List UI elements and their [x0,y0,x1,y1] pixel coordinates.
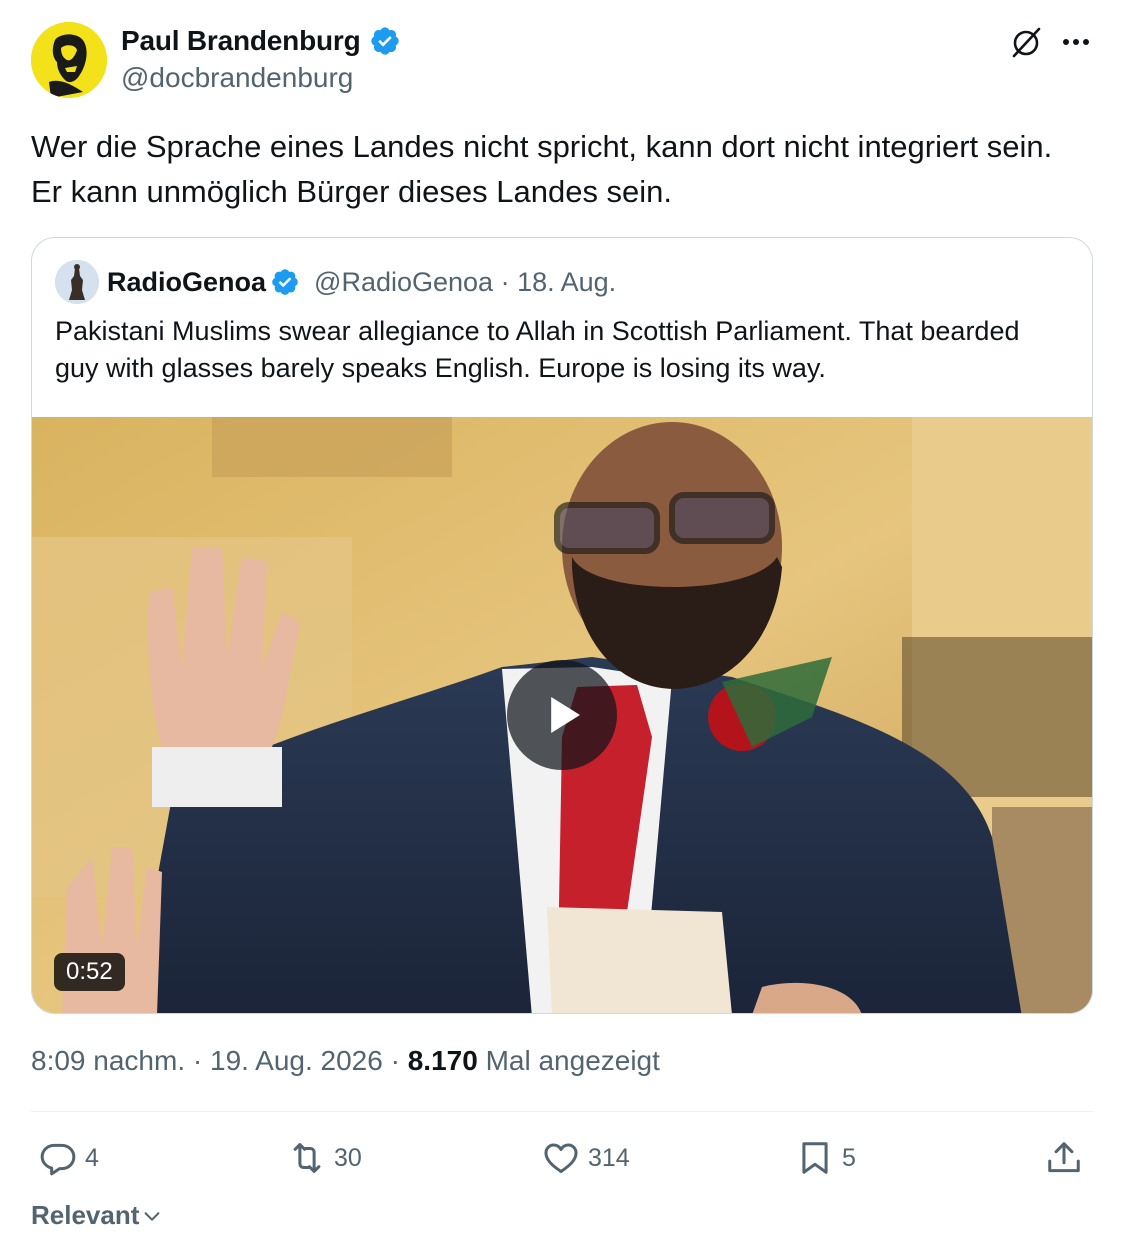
grok-icon[interactable] [1006,22,1046,62]
quoted-date-separator: · [493,266,518,297]
bookmark-count: 5 [842,1143,856,1172]
author-name-row[interactable]: Paul Brandenburg [121,25,401,57]
repost-icon [293,1143,321,1173]
tweet-time[interactable]: 8:09 nachm. [31,1045,185,1076]
play-button[interactable] [507,660,617,770]
like-button[interactable]: 314 [542,1136,630,1180]
author-name[interactable]: Paul Brandenburg [121,25,361,57]
quoted-verified-badge-icon [272,269,298,295]
meta-separator: · [382,1045,408,1076]
quoted-video[interactable]: 0:52 [32,417,1092,1013]
reply-button[interactable]: 4 [39,1136,99,1180]
chevron-down-icon [144,1211,160,1221]
quoted-tweet[interactable]: RadioGenoa @RadioGenoa · 18. Aug. Pakist… [31,237,1093,1014]
tweet-meta: 8:09 nachm. · 19. Aug. 2026 · 8.170 Mal … [31,1045,660,1077]
reply-count: 4 [85,1143,99,1172]
view-count: 8.170 [407,1045,478,1076]
tweet: Paul Brandenburg @docbrandenburg Wer die… [0,0,1123,1256]
play-icon [551,697,580,733]
heart-icon [544,1143,578,1173]
divider [31,1111,1093,1112]
reply-sort-label: Relevant [31,1200,140,1230]
quoted-author-name[interactable]: RadioGenoa [107,267,266,298]
view-label: Mal angezeigt [477,1045,660,1076]
quoted-avatar[interactable] [55,260,99,304]
quoted-text: Pakistani Muslims swear allegiance to Al… [55,316,1020,383]
bookmark-icon [802,1142,828,1174]
author-avatar[interactable] [31,22,107,98]
quoted-handle[interactable]: @RadioGenoa [314,267,493,298]
video-duration: 0:52 [54,953,125,991]
share-icon [1048,1142,1080,1173]
reply-sort-dropdown[interactable]: Relevant [31,1200,163,1231]
quoted-date[interactable]: 18. Aug. [517,267,616,298]
repost-button[interactable]: 30 [288,1136,362,1180]
share-button[interactable] [1045,1136,1083,1180]
author-handle[interactable]: @docbrandenburg [121,62,353,94]
quoted-header: RadioGenoa @RadioGenoa · 18. Aug. [55,260,616,304]
reply-icon [40,1143,76,1176]
meta-separator: · [185,1045,210,1076]
more-icon[interactable] [1056,22,1096,62]
bookmark-button[interactable]: 5 [796,1136,856,1180]
tweet-text: Wer die Sprache eines Landes nicht spric… [31,129,1053,209]
author-avatar-image [31,22,107,98]
tweet-date[interactable]: 19. Aug. 2026 [210,1045,383,1076]
like-count: 314 [588,1143,630,1172]
verified-badge-icon [370,27,399,55]
repost-count: 30 [334,1143,362,1172]
